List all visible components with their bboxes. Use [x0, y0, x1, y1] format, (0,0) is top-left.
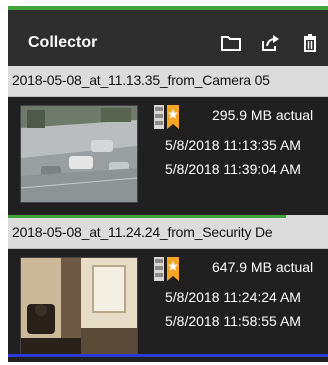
video-thumbnail-parking-lot[interactable]	[20, 105, 138, 203]
file-size: 647.9 MB actual	[212, 259, 314, 275]
item-title-bar: 2018-05-08_at_11.24.24_from_Security De	[8, 218, 328, 249]
item-title: 2018-05-08_at_11.13.35_from_Camera 05	[12, 72, 270, 88]
panel-header: Collector	[8, 10, 328, 66]
item-body: 295.9 MB actual 5/8/2018 11:13:35 AM 5/8…	[8, 97, 328, 217]
trash-icon[interactable]	[300, 33, 322, 53]
item-title-bar: 2018-05-08_at_11.13.35_from_Camera 05	[8, 66, 328, 97]
bookmark-icon	[154, 255, 184, 283]
panel-title: Collector	[28, 34, 98, 51]
share-icon[interactable]	[260, 33, 282, 53]
start-time: 5/8/2018 11:13:35 AM	[165, 137, 301, 153]
recording-item-2[interactable]: 2018-05-08_at_11.24.24_from_Security De	[8, 218, 328, 362]
end-time: 5/8/2018 11:58:55 AM	[165, 313, 301, 329]
video-thumbnail-indoor[interactable]	[20, 257, 138, 355]
bookmark-icon	[154, 103, 184, 131]
item-title: 2018-05-08_at_11.24.24_from_Security De	[12, 224, 273, 240]
file-size: 295.9 MB actual	[212, 107, 314, 123]
folder-icon[interactable]	[220, 33, 242, 53]
bottom-accent-bar	[8, 354, 328, 357]
start-time: 5/8/2018 11:24:24 AM	[165, 289, 301, 305]
collector-panel: Collector 2018-05-08_at_11.13.35_from_Ca…	[8, 6, 328, 362]
end-time: 5/8/2018 11:39:04 AM	[165, 161, 301, 177]
item-body: 647.9 MB actual 5/8/2018 11:24:24 AM 5/8…	[8, 249, 328, 362]
recording-item-1[interactable]: 2018-05-08_at_11.13.35_from_Camera 05 29…	[8, 66, 328, 217]
